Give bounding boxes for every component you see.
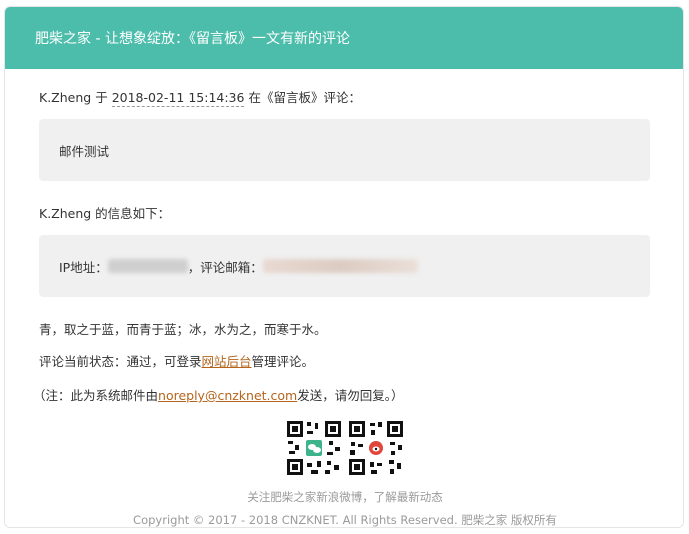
comment-box: 邮件测试 <box>39 119 650 181</box>
email-title: 肥柴之家 - 让想象绽放：《留言板》一文有新的评论 <box>35 31 350 47</box>
wechat-qr-icon <box>285 419 343 477</box>
note-after: 发送，请勿回复。） <box>297 388 404 403</box>
email-label: ，评论邮箱： <box>187 259 263 275</box>
comment-author: K.Zheng <box>39 90 92 105</box>
comment-middle: 在《留言板》评论： <box>248 90 361 105</box>
comment-date: 2018-02-11 15:14:36 <box>111 90 245 107</box>
ip-redacted <box>107 259 188 273</box>
comment-text: 邮件测试 <box>59 143 110 159</box>
status-before: 评论当前状态：通过，可登录 <box>39 354 202 369</box>
email-header: 肥柴之家 - 让想象绽放：《留言板》一文有新的评论 <box>5 7 683 69</box>
comment-meta: K.Zheng 于 2018-02-11 15:14:36 在《留言板》评论： <box>39 87 361 107</box>
note-before: （注：此为系统邮件由 <box>33 388 159 403</box>
ip-label: IP地址： <box>59 259 108 275</box>
email-card: 肥柴之家 - 让想象绽放：《留言板》一文有新的评论 K.Zheng 于 2018… <box>4 6 684 528</box>
email-redacted <box>262 259 418 273</box>
follow-text: 关注肥柴之家新浪微博，了解最新动态 <box>247 490 443 504</box>
weibo-qr-icon <box>347 419 405 477</box>
status-after: 管理评论。 <box>251 354 315 369</box>
admin-link[interactable]: 网站后台 <box>202 354 252 369</box>
noreply-email-link[interactable]: noreply@cnzknet.com <box>158 388 297 403</box>
qr-codes <box>5 419 683 477</box>
info-heading: K.Zheng 的信息如下： <box>39 206 171 221</box>
quote-text: 青，取之于蓝，而青于蓝；冰，水为之，而寒于水。 <box>39 322 327 337</box>
comment-prefix: 于 <box>95 90 108 105</box>
note-line: （注：此为系统邮件由noreply@cnzknet.com发送，请勿回复。） <box>33 385 404 404</box>
copyright-text: Copyright © 2017 - 2018 CNZKNET. All Rig… <box>133 513 557 527</box>
info-box: IP地址： ，评论邮箱： <box>39 235 650 297</box>
status-line: 评论当前状态：通过，可登录网站后台管理评论。 <box>39 351 314 370</box>
